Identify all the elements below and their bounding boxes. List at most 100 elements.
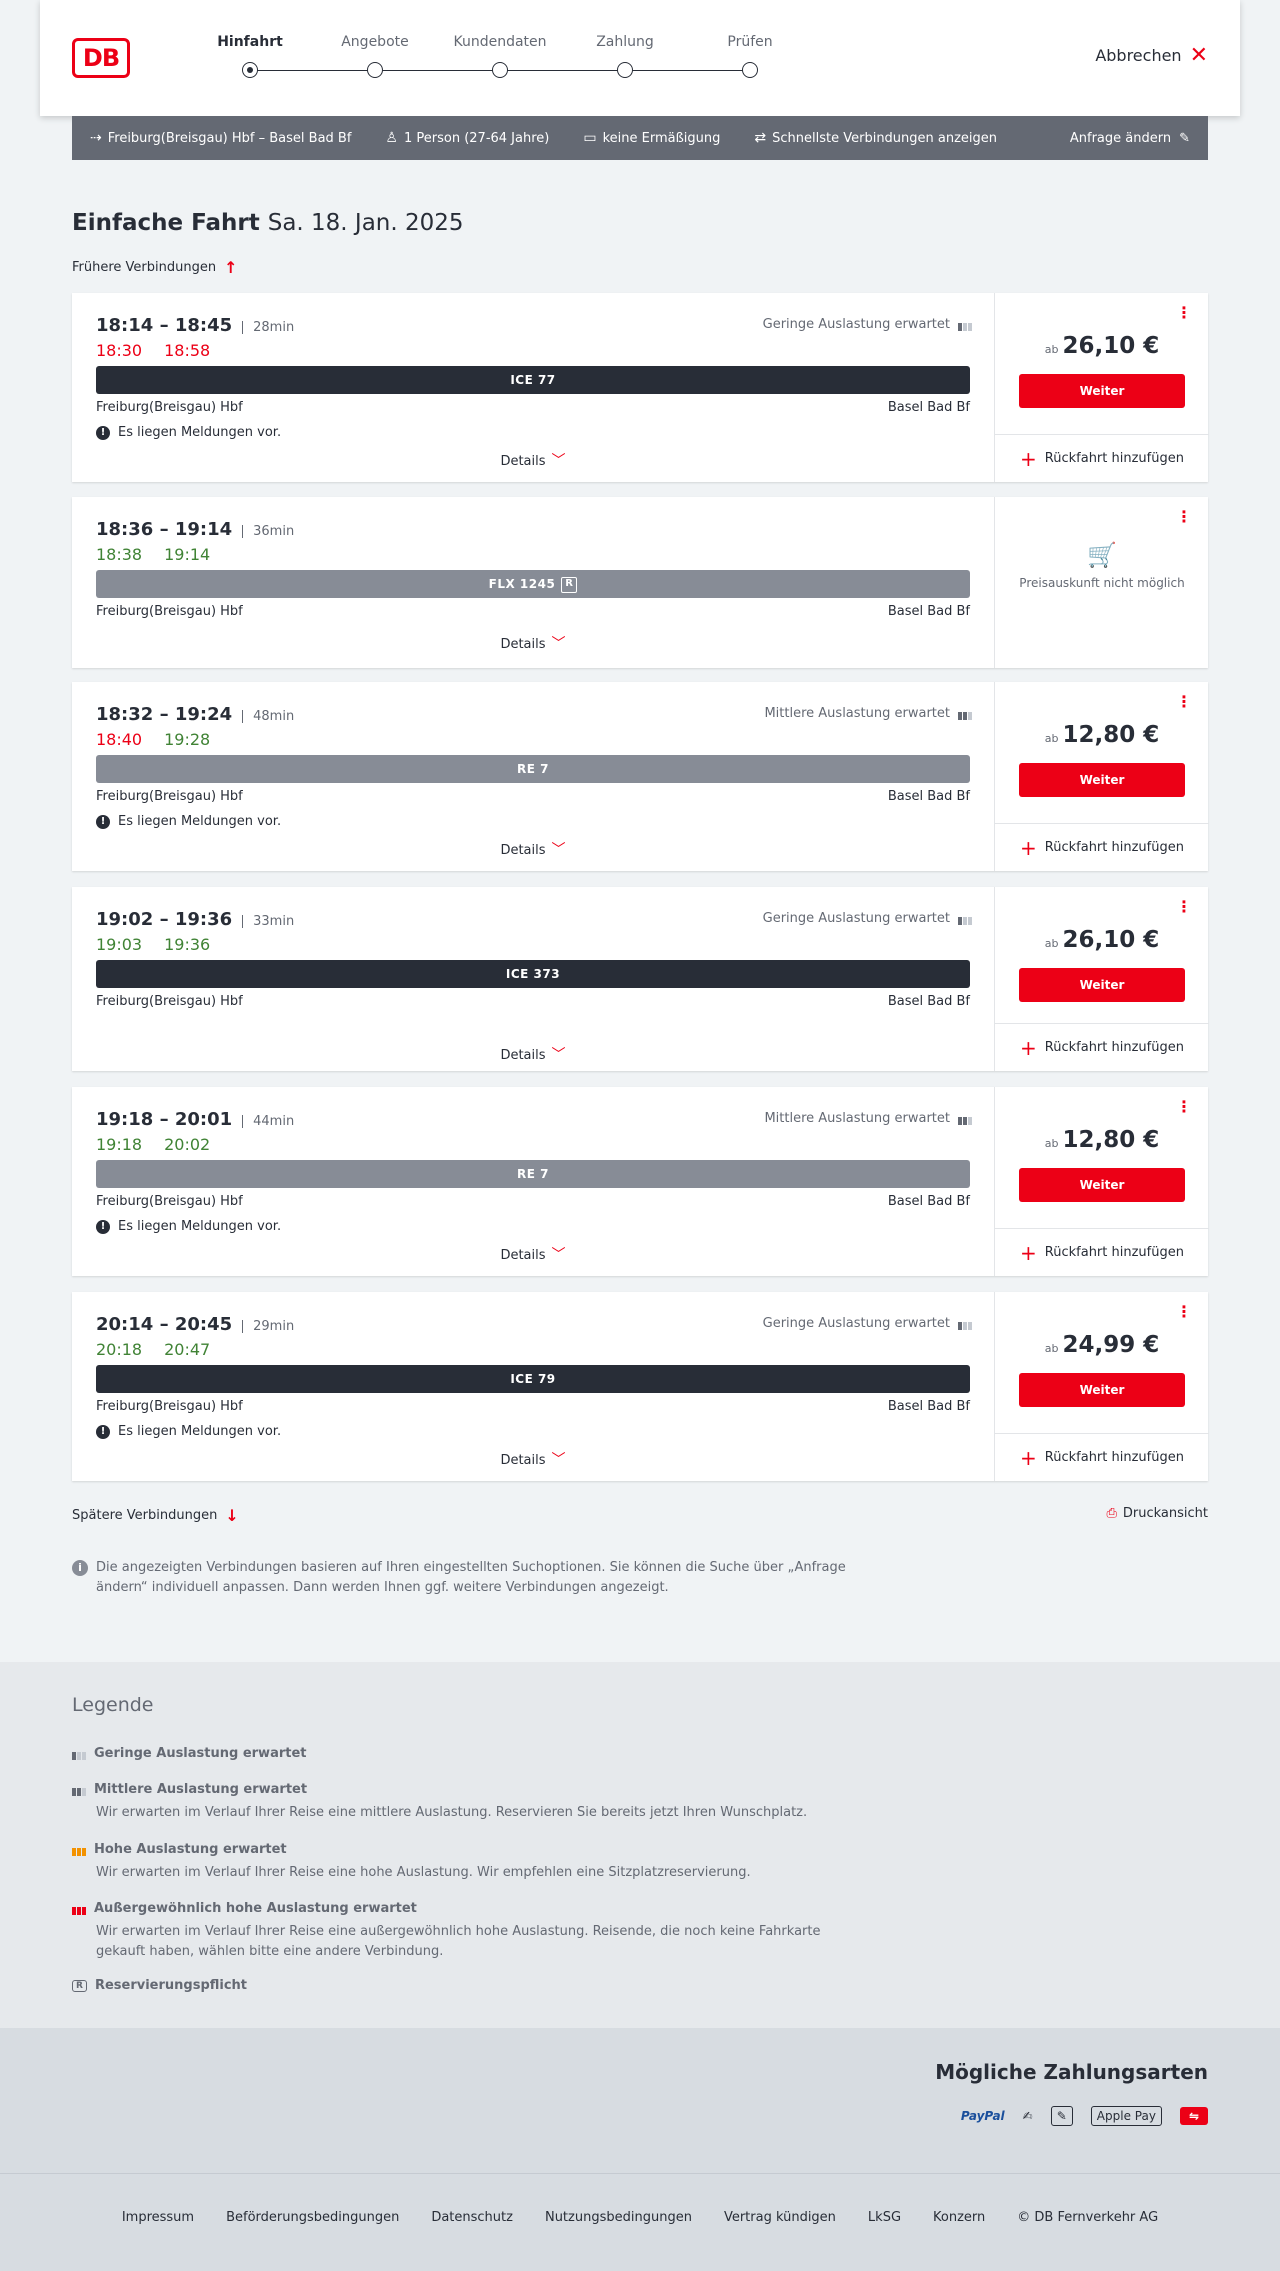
train-bar[interactable]: RE 7 bbox=[96, 755, 970, 783]
step-dot bbox=[367, 62, 383, 78]
train-bar[interactable]: ICE 79 bbox=[96, 1365, 970, 1393]
cart-unavailable-icon: 🛒 bbox=[1087, 541, 1117, 569]
legend-label: Mittlere Auslastung erwartet bbox=[94, 1782, 308, 1797]
add-return-trip-button[interactable]: + Rückfahrt hinzufügen bbox=[995, 1023, 1209, 1071]
print-view-link[interactable]: ⎙ Druckansicht bbox=[1106, 1506, 1208, 1521]
details-toggle[interactable]: Details ﹀ bbox=[72, 450, 994, 470]
details-toggle[interactable]: Details ﹀ bbox=[72, 1044, 994, 1064]
price-panel: ⋮ ab 12,80 € Weiter + Rückfahrt hinzufüge… bbox=[994, 682, 1209, 871]
train-bar[interactable]: RE 7 bbox=[96, 1160, 970, 1188]
more-options-icon[interactable]: ⋮ bbox=[1176, 694, 1192, 710]
discount-text: keine Ermäßigung bbox=[602, 130, 721, 146]
footer-link[interactable]: LkSG bbox=[868, 2210, 901, 2225]
train-name: ICE 373 bbox=[505, 967, 561, 981]
realtime-departure: 19:18 bbox=[96, 1135, 143, 1154]
continue-button[interactable]: Weiter bbox=[1019, 1168, 1185, 1202]
footer-link[interactable]: Konzern bbox=[933, 2210, 985, 2225]
price-panel: ⋮ ab 26,10 € Weiter + Rückfahrt hinzufüge… bbox=[994, 293, 1209, 482]
connection-times: 18:36 – 19:14 36min bbox=[96, 519, 294, 540]
price-panel: ⋮ ab 12,80 € Weiter + Rückfahrt hinzufüge… bbox=[994, 1087, 1209, 1276]
page-title: Einfache Fahrt Sa. 18. Jan. 2025 bbox=[72, 210, 464, 236]
price: ab 12,80 € bbox=[995, 1127, 1209, 1153]
legend-item: Hohe Auslastung erwartet Wir erwarten im … bbox=[72, 1842, 872, 1883]
add-return-trip-button[interactable]: + Rückfahrt hinzufügen bbox=[995, 1228, 1209, 1276]
connection-card[interactable]: 19:02 – 19:36 33min 19:03 19:36 Geringe A… bbox=[72, 887, 1209, 1071]
continue-button[interactable]: Weiter bbox=[1019, 1373, 1185, 1407]
details-toggle[interactable]: Details ﹀ bbox=[72, 633, 994, 653]
connection-card[interactable]: 18:36 – 19:14 36min 18:38 19:14 FLX 1245 R… bbox=[72, 497, 1208, 668]
connection-times: 19:02 – 19:36 33min bbox=[96, 909, 294, 930]
occupancy-icon bbox=[958, 708, 972, 720]
edit-request-button[interactable]: Anfrage ändern ✎ bbox=[1070, 131, 1190, 146]
message-notice[interactable]: ! Es liegen Meldungen vor. bbox=[96, 425, 281, 440]
db-logo[interactable]: DB bbox=[72, 38, 130, 78]
cancel-button[interactable]: Abbrechen ✕ bbox=[1095, 44, 1208, 66]
legend-heading: Mittlere Auslastung erwartet bbox=[72, 1782, 872, 1797]
message-notice[interactable]: ! Es liegen Meldungen vor. bbox=[96, 814, 281, 829]
connection-card[interactable]: 18:32 – 19:24 48min 18:40 19:28 Mittlere … bbox=[72, 682, 1209, 871]
more-options-icon[interactable]: ⋮ bbox=[1176, 1304, 1192, 1320]
add-return-trip-button[interactable]: + Rückfahrt hinzufügen bbox=[995, 1433, 1209, 1481]
continue-button[interactable]: Weiter bbox=[1019, 968, 1185, 1002]
details-label: Details bbox=[500, 843, 546, 858]
search-summary-bar: ⇢ Freiburg(Breisgau) Hbf – Basel Bad Bf … bbox=[72, 116, 1208, 160]
details-toggle[interactable]: Details ﹀ bbox=[72, 1244, 994, 1264]
connection-times: 20:14 – 20:45 29min bbox=[96, 1314, 294, 1335]
discount-summary: ▭ keine Ermäßigung bbox=[583, 130, 720, 146]
more-options-icon[interactable]: ⋮ bbox=[1176, 509, 1192, 525]
stations: Freiburg(Breisgau) Hbf Basel Bad Bf bbox=[96, 1194, 970, 1209]
continue-button[interactable]: Weiter bbox=[1019, 374, 1185, 408]
no-price-text: Preisauskunft nicht möglich bbox=[1019, 576, 1185, 590]
details-label: Details bbox=[500, 1048, 546, 1063]
connection-card[interactable]: 18:14 – 18:45 28min 18:30 18:58 Geringe A… bbox=[72, 293, 1209, 482]
add-return-trip-button[interactable]: + Rückfahrt hinzufügen bbox=[995, 434, 1209, 482]
footer-link[interactable]: Datenschutz bbox=[431, 2210, 513, 2225]
more-options-icon[interactable]: ⋮ bbox=[1176, 305, 1192, 321]
occupancy-icon bbox=[958, 913, 972, 925]
train-bar[interactable]: FLX 1245 R bbox=[96, 570, 970, 598]
details-toggle[interactable]: Details ﹀ bbox=[72, 1449, 994, 1469]
earlier-connections-link[interactable]: Frühere Verbindungen ↑ bbox=[72, 258, 238, 277]
connection-times: 18:14 – 18:45 28min bbox=[96, 315, 294, 336]
add-return-trip-button[interactable]: + Rückfahrt hinzufügen bbox=[995, 823, 1209, 871]
duration: 28min bbox=[242, 321, 294, 334]
details-label: Details bbox=[500, 637, 546, 652]
cancel-label: Abbrechen bbox=[1095, 46, 1182, 65]
footer-link[interactable]: Vertrag kündigen bbox=[724, 2210, 836, 2225]
more-options-icon[interactable]: ⋮ bbox=[1176, 1099, 1192, 1115]
details-label: Details bbox=[500, 454, 546, 469]
plus-icon: + bbox=[1020, 1445, 1037, 1470]
connection-main: 18:36 – 19:14 36min 18:38 19:14 FLX 1245 R… bbox=[72, 497, 994, 668]
stations: Freiburg(Breisgau) Hbf Basel Bad Bf bbox=[96, 1399, 970, 1414]
train-bar[interactable]: ICE 373 bbox=[96, 960, 970, 988]
continue-button[interactable]: Weiter bbox=[1019, 763, 1185, 797]
price-prefix: ab bbox=[1044, 1342, 1059, 1355]
train-bar[interactable]: ICE 77 bbox=[96, 366, 970, 394]
print-label: Druckansicht bbox=[1122, 1506, 1208, 1521]
realtime-info: 19:03 19:36 bbox=[96, 935, 232, 954]
later-connections-link[interactable]: Spätere Verbindungen ↓ bbox=[72, 1506, 239, 1525]
details-toggle[interactable]: Details ﹀ bbox=[72, 839, 994, 859]
footer-link[interactable]: Impressum bbox=[122, 2210, 194, 2225]
plus-icon: + bbox=[1020, 1035, 1037, 1060]
footer-link[interactable]: Nutzungsbedingungen bbox=[545, 2210, 692, 2225]
duration: 29min bbox=[242, 1320, 294, 1333]
price-prefix: ab bbox=[1044, 1137, 1059, 1150]
printer-icon: ⎙ bbox=[1106, 1506, 1117, 1521]
duration: 33min bbox=[242, 915, 294, 928]
connection-card[interactable]: 19:18 – 20:01 44min 19:18 20:02 Mittlere … bbox=[72, 1087, 1209, 1276]
message-notice[interactable]: ! Es liegen Meldungen vor. bbox=[96, 1424, 281, 1439]
step-dot-active bbox=[242, 62, 258, 78]
occupancy-text: Geringe Auslastung erwartet bbox=[762, 1316, 950, 1331]
add-return-label: Rückfahrt hinzufügen bbox=[1044, 1245, 1184, 1260]
more-options-icon[interactable]: ⋮ bbox=[1176, 899, 1192, 915]
connection-card[interactable]: 20:14 – 20:45 29min 20:18 20:47 Geringe A… bbox=[72, 1292, 1209, 1481]
sliders-icon: ⇄ bbox=[754, 130, 767, 146]
occupancy-text: Geringe Auslastung erwartet bbox=[762, 911, 950, 926]
message-notice[interactable]: ! Es liegen Meldungen vor. bbox=[96, 1219, 281, 1234]
footer-link[interactable]: Beförderungsbedingungen bbox=[226, 2210, 399, 2225]
connection-main: 19:02 – 19:36 33min 19:03 19:36 Geringe A… bbox=[72, 887, 994, 1071]
arrival-station: Basel Bad Bf bbox=[887, 994, 970, 1009]
step-dot bbox=[742, 62, 758, 78]
connection-times: 18:32 – 19:24 48min bbox=[96, 704, 294, 725]
